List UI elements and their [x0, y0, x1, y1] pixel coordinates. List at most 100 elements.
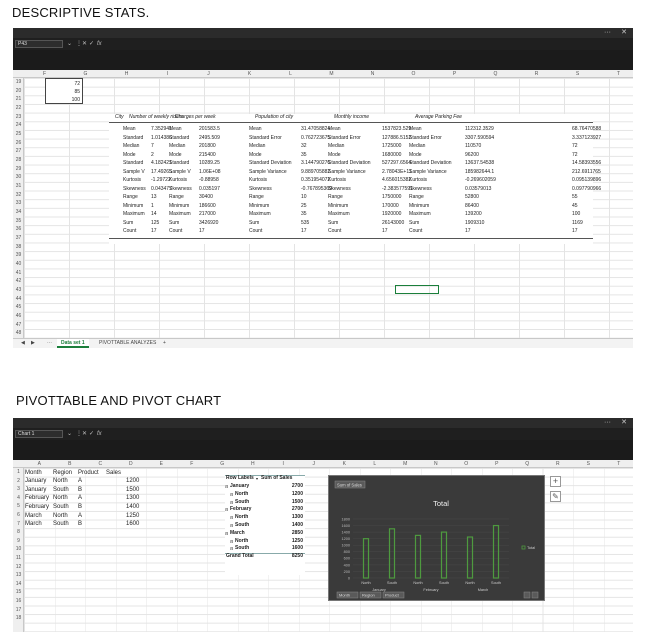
enter-icon[interactable]: ✓: [89, 39, 94, 49]
group-header[interactable]: Average Parking Fee: [415, 114, 462, 120]
stat-value[interactable]: 1725000: [382, 143, 401, 149]
pivot-row-label[interactable]: South: [235, 522, 249, 530]
stat-label[interactable]: Sum: [169, 220, 179, 226]
row-header[interactable]: 34: [13, 208, 24, 217]
cancel-icon[interactable]: ✕: [82, 429, 87, 439]
source-cell[interactable]: 1250: [126, 513, 139, 520]
name-box[interactable]: Chart 1: [15, 430, 63, 438]
stat-label[interactable]: Sample Variance: [409, 169, 447, 175]
chart-styles-brush-icon[interactable]: ✎: [550, 491, 561, 502]
stat-value[interactable]: 14.58393556: [572, 160, 601, 166]
formula-content-area[interactable]: [13, 50, 633, 70]
column-header[interactable]: T: [598, 70, 633, 78]
pivot-row-value[interactable]: 2700: [292, 506, 303, 514]
column-header[interactable]: F: [24, 70, 65, 78]
column-header[interactable]: O: [451, 460, 482, 468]
stat-label[interactable]: Maximum: [123, 211, 145, 217]
source-cell[interactable]: 1500: [126, 487, 139, 494]
field-button-label[interactable]: Product: [385, 593, 400, 598]
stat-label[interactable]: Range: [249, 194, 264, 200]
stat-label[interactable]: Standard: [123, 160, 143, 166]
stat-label[interactable]: Maximum: [328, 211, 350, 217]
row-header[interactable]: 35: [13, 217, 24, 226]
row-header[interactable]: 42: [13, 277, 24, 286]
row-header[interactable]: 2: [13, 477, 24, 486]
stat-value[interactable]: 1750000: [382, 194, 401, 200]
stat-label[interactable]: Range: [409, 194, 424, 200]
stat-value[interactable]: 17: [465, 228, 471, 234]
cell-value[interactable]: 72: [74, 81, 80, 87]
stat-value[interactable]: 25: [301, 203, 307, 209]
stat-value[interactable]: 3426920: [199, 220, 218, 226]
stat-label[interactable]: Median: [169, 143, 185, 149]
formula-content-area[interactable]: [13, 440, 633, 460]
filter-dropdown-icon[interactable]: ▾: [256, 475, 258, 483]
column-header[interactable]: S: [557, 70, 598, 78]
stat-value[interactable]: 0.095139896: [572, 177, 601, 183]
stat-label[interactable]: Mode: [409, 152, 422, 158]
stat-value[interactable]: 68.76470588: [572, 126, 601, 132]
stat-label[interactable]: Kurtosis: [123, 177, 141, 183]
column-header[interactable]: I: [147, 70, 188, 78]
source-header[interactable]: Region: [53, 470, 72, 477]
row-header[interactable]: 8: [13, 528, 24, 537]
stat-value[interactable]: 185982644.1: [465, 169, 494, 175]
stat-value[interactable]: 1680000: [382, 152, 401, 158]
row-header[interactable]: 20: [13, 87, 24, 96]
sheet-tab-data-set-1[interactable]: Data set 1: [57, 339, 89, 348]
stat-value[interactable]: 0.035197: [199, 186, 220, 192]
stat-label[interactable]: Standard Error: [409, 135, 442, 141]
row-header[interactable]: 40: [13, 260, 24, 269]
group-header[interactable]: Charges per week: [175, 114, 216, 120]
pivot-row-label[interactable]: March: [230, 530, 245, 538]
column-header[interactable]: L: [270, 70, 311, 78]
stat-label[interactable]: Count: [409, 228, 422, 234]
row-header[interactable]: 47: [13, 321, 24, 330]
stat-label[interactable]: Skewness: [123, 186, 146, 192]
stat-value[interactable]: 535: [301, 220, 309, 226]
row-header[interactable]: 43: [13, 286, 24, 295]
stat-value[interactable]: 110570: [465, 143, 481, 149]
source-cell[interactable]: A: [78, 478, 82, 485]
column-header[interactable]: K: [329, 460, 360, 468]
stat-label[interactable]: Sample V: [123, 169, 145, 175]
chart-title[interactable]: Total: [433, 499, 449, 508]
source-cell[interactable]: A: [78, 513, 82, 520]
row-header[interactable]: 4: [13, 494, 24, 503]
stat-label[interactable]: Minimum: [328, 203, 348, 209]
pivot-row-label[interactable]: January: [230, 483, 249, 491]
column-header[interactable]: N: [352, 70, 393, 78]
stat-label[interactable]: Skewness: [328, 186, 351, 192]
pivot-row-label[interactable]: North: [235, 538, 248, 546]
stat-value[interactable]: 3.337123927: [572, 135, 601, 141]
group-header[interactable]: Population of city: [255, 114, 293, 120]
stat-value[interactable]: 32: [301, 143, 307, 149]
pivot-row-value[interactable]: 1600: [292, 545, 303, 553]
chart-expand-button[interactable]: [523, 591, 531, 599]
more-options-icon[interactable]: ···: [604, 28, 611, 38]
stat-label[interactable]: Range: [328, 194, 343, 200]
column-header[interactable]: H: [238, 460, 269, 468]
stat-label[interactable]: Median: [409, 143, 425, 149]
stat-label[interactable]: Mean: [169, 126, 182, 132]
row-header[interactable]: 44: [13, 295, 24, 304]
stat-label[interactable]: Standard Error: [328, 135, 361, 141]
source-cell[interactable]: 1300: [126, 495, 139, 502]
add-sheet-button[interactable]: +: [159, 339, 170, 348]
stat-value[interactable]: 10: [301, 194, 307, 200]
row-header[interactable]: 41: [13, 269, 24, 278]
collapse-icon[interactable]: ⊟: [230, 545, 233, 553]
stat-value[interactable]: 3.144790276: [301, 160, 330, 166]
stat-label[interactable]: Minimum: [123, 203, 143, 209]
stat-label[interactable]: Count: [123, 228, 136, 234]
selected-cell[interactable]: [395, 285, 439, 294]
column-header[interactable]: P: [434, 70, 475, 78]
pivot-row-value[interactable]: 1400: [292, 522, 303, 530]
source-cell[interactable]: January: [25, 478, 46, 485]
source-cell[interactable]: B: [78, 521, 82, 528]
stat-label[interactable]: Standard Deviation: [409, 160, 452, 166]
row-header[interactable]: 26: [13, 139, 24, 148]
row-header[interactable]: 11: [13, 554, 24, 563]
row-header[interactable]: 37: [13, 234, 24, 243]
pivot-row-label[interactable]: February: [230, 506, 251, 514]
